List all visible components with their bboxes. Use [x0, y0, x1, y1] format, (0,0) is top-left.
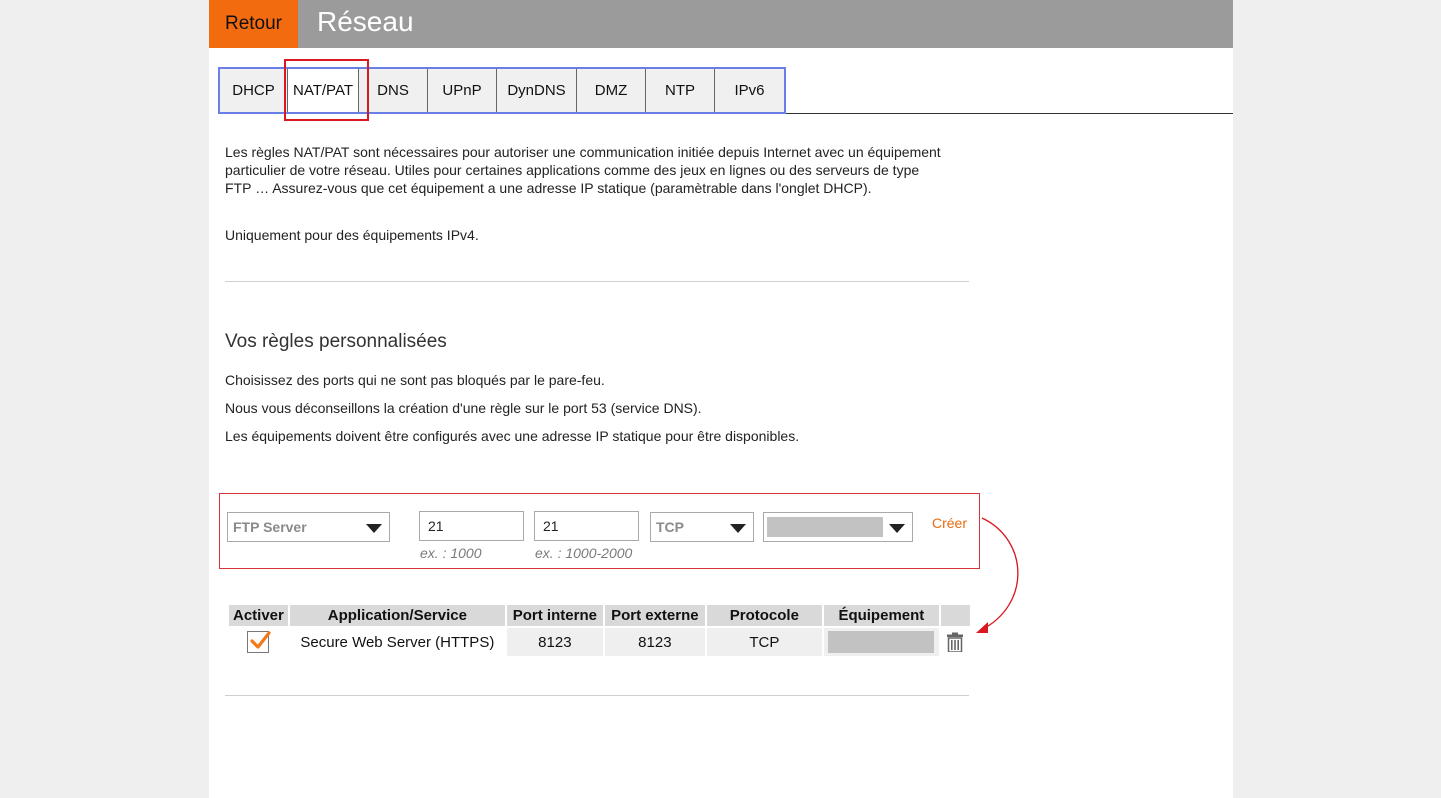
- protocol-select-value: TCP: [656, 519, 684, 535]
- port-external-cell: 8123: [604, 628, 705, 656]
- device-cell: [823, 628, 939, 656]
- enable-checkbox[interactable]: [247, 631, 272, 653]
- col-header-device: Équipement: [823, 605, 939, 626]
- tab-ipv6[interactable]: IPv6: [715, 69, 784, 112]
- divider: [225, 695, 969, 696]
- page-title: Réseau: [317, 6, 414, 37]
- port-internal-hint: ex. : 1000: [420, 545, 482, 561]
- header-bar: Retour Réseau: [209, 0, 1233, 48]
- application-select-value: FTP Server: [233, 519, 307, 535]
- protocol-select[interactable]: TCP: [650, 512, 754, 542]
- table-row: Secure Web Server (HTTPS) 8123 8123 TCP: [229, 628, 970, 656]
- col-header-application: Application/Service: [289, 605, 505, 626]
- create-button[interactable]: Créer: [932, 515, 967, 531]
- col-header-protocol: Protocole: [706, 605, 822, 626]
- port-external-hint: ex. : 1000-2000: [535, 545, 633, 561]
- device-select[interactable]: [763, 512, 913, 542]
- col-header-port-internal: Port interne: [506, 605, 603, 626]
- trash-icon[interactable]: [947, 632, 964, 653]
- tab-dyndns[interactable]: DynDNS: [497, 69, 577, 112]
- device-redacted: [767, 517, 883, 537]
- chevron-down-icon: [366, 524, 382, 533]
- device-redacted: [828, 631, 935, 653]
- tab-dns[interactable]: DNS: [359, 69, 428, 112]
- rules-table: Activer Application/Service Port interne…: [227, 603, 972, 658]
- create-rule-form: FTP Server 21 ex. : 1000 21 ex. : 1000-2…: [219, 493, 980, 569]
- tab-nat-pat[interactable]: NAT/PAT: [288, 69, 359, 112]
- application-select[interactable]: FTP Server: [227, 512, 390, 542]
- section-title: Vos règles personnalisées: [225, 331, 447, 352]
- col-header-enable: Activer: [229, 605, 288, 626]
- chevron-down-icon: [889, 524, 905, 533]
- chevron-down-icon: [730, 524, 746, 533]
- col-header-port-external: Port externe: [604, 605, 705, 626]
- application-cell: Secure Web Server (HTTPS): [289, 628, 505, 656]
- tab-dhcp[interactable]: DHCP: [220, 69, 288, 112]
- divider: [225, 281, 969, 282]
- rules-note: Choisissez des ports qui ne sont pas blo…: [225, 372, 605, 388]
- delete-cell: [940, 628, 970, 656]
- rules-note: Les équipements doivent être configurés …: [225, 428, 800, 444]
- port-internal-cell: 8123: [506, 628, 603, 656]
- port-internal-input[interactable]: 21: [419, 511, 524, 541]
- enable-cell: [229, 628, 288, 656]
- port-external-input[interactable]: 21: [534, 511, 639, 541]
- main-page: Retour Réseau DHCP NAT/PAT DNS UPnP DynD…: [209, 0, 1233, 798]
- intro-paragraph: Les règles NAT/PAT sont nécessaires pour…: [225, 144, 941, 196]
- rules-note: Nous vous déconseillons la création d'un…: [225, 400, 702, 416]
- tab-dmz[interactable]: DMZ: [577, 69, 646, 112]
- ipv4-note: Uniquement pour des équipements IPv4.: [225, 227, 479, 243]
- tab-upnp[interactable]: UPnP: [428, 69, 497, 112]
- back-button[interactable]: Retour: [209, 0, 298, 48]
- checkmark-icon: [250, 631, 272, 649]
- col-header-actions: [940, 605, 970, 626]
- protocol-cell: TCP: [706, 628, 822, 656]
- tab-ntp[interactable]: NTP: [646, 69, 715, 112]
- tab-bar: DHCP NAT/PAT DNS UPnP DynDNS DMZ NTP IPv…: [218, 67, 786, 114]
- table-header-row: Activer Application/Service Port interne…: [229, 605, 970, 626]
